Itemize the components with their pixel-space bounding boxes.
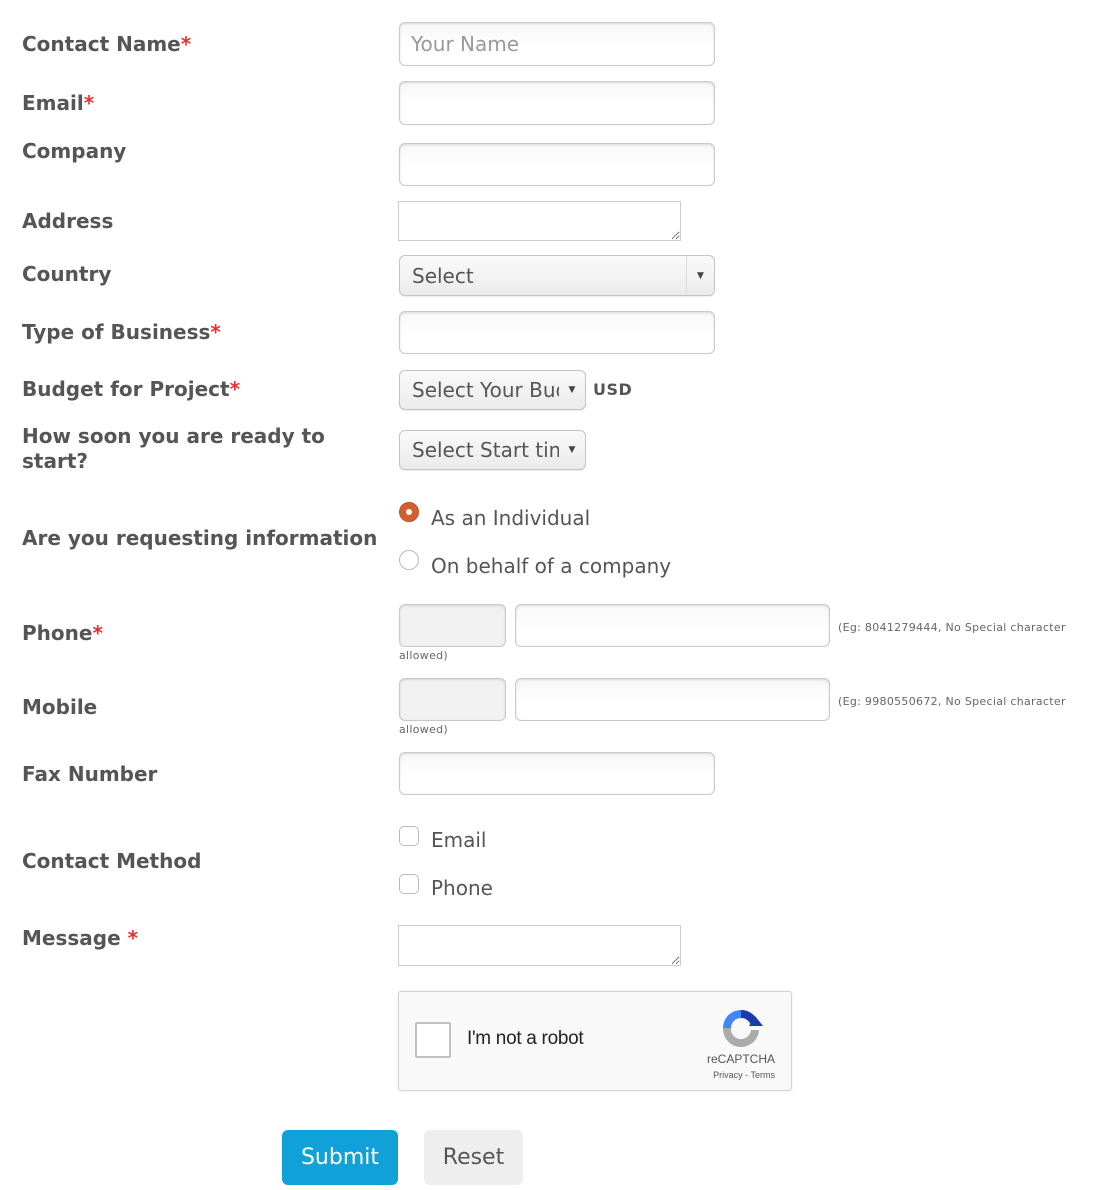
budget-label: Budget for Project* xyxy=(22,377,240,402)
phone-label-text: Phone xyxy=(22,621,93,645)
required-marker: * xyxy=(180,32,192,56)
reset-button[interactable]: Reset xyxy=(424,1130,523,1185)
recaptcha-checkbox[interactable] xyxy=(415,1022,451,1058)
mobile-hint: (Eg: 9980550672, No Special character xyxy=(838,695,1066,708)
country-select[interactable]: Select ▼ xyxy=(399,255,715,296)
fax-label: Fax Number xyxy=(22,762,158,786)
radio-company[interactable]: On behalf of a company xyxy=(399,550,672,578)
mobile-country-code-input[interactable] xyxy=(399,678,506,721)
mobile-label: Mobile xyxy=(22,695,98,719)
radio-individual-label: As an Individual xyxy=(431,506,591,530)
start-time-label-line1: How soon you are ready to xyxy=(22,424,325,448)
currency-label: USD xyxy=(593,380,633,399)
radio-company-label: On behalf of a company xyxy=(431,554,672,578)
budget-select[interactable]: Select Your Budget ▼ xyxy=(399,370,586,410)
recaptcha-widget: I'm not a robot reCAPTCHA Privacy - Term… xyxy=(398,991,792,1091)
recaptcha-icon xyxy=(722,1009,763,1048)
radio-individual[interactable]: As an Individual xyxy=(399,502,591,530)
chevron-down-icon: ▼ xyxy=(686,256,714,295)
submit-button[interactable]: Submit xyxy=(282,1130,398,1185)
required-marker: * xyxy=(92,621,103,645)
company-label: Company xyxy=(22,139,127,163)
phone-hint-continued: allowed) xyxy=(399,649,449,662)
required-marker: * xyxy=(210,320,221,344)
checkbox-phone-label: Phone xyxy=(431,876,493,900)
required-marker: * xyxy=(127,926,139,950)
required-marker: * xyxy=(229,377,241,401)
checkbox-icon[interactable] xyxy=(399,874,419,894)
start-time-label: How soon you are ready to start? xyxy=(22,424,325,474)
email-label-text: Email xyxy=(22,91,84,115)
type-of-business-label-text: Type of Business xyxy=(22,320,211,344)
start-time-label-line2: start? xyxy=(22,449,88,473)
phone-hint: (Eg: 8041279444, No Special character xyxy=(838,621,1066,634)
budget-label-text: Budget for Project xyxy=(22,377,230,401)
type-of-business-input[interactable] xyxy=(399,311,715,354)
mobile-hint-continued: allowed) xyxy=(399,723,449,736)
fax-input[interactable] xyxy=(399,752,715,795)
radio-selected-icon[interactable] xyxy=(399,502,419,522)
recaptcha-label: I'm not a robot xyxy=(467,1028,584,1049)
checkbox-icon[interactable] xyxy=(399,826,419,846)
message-label: Message * xyxy=(22,926,138,951)
country-label: Country xyxy=(22,262,112,286)
contact-name-input[interactable] xyxy=(399,22,715,66)
address-label: Address xyxy=(22,209,114,233)
start-time-select[interactable]: Select Start time ▼ xyxy=(399,430,586,470)
radio-unselected-icon[interactable] xyxy=(399,550,419,570)
message-label-text: Message xyxy=(22,926,121,950)
contact-method-label: Contact Method xyxy=(22,849,202,873)
email-input[interactable] xyxy=(399,81,715,125)
address-textarea[interactable] xyxy=(398,201,681,241)
checkbox-email[interactable]: Email xyxy=(399,826,487,852)
chevron-down-icon: ▼ xyxy=(568,385,576,395)
budget-selected-value: Select Your Budget xyxy=(412,378,559,402)
recaptcha-privacy-terms-link[interactable]: Privacy - Terms xyxy=(713,1070,775,1080)
message-textarea[interactable] xyxy=(398,925,681,966)
start-time-selected-value: Select Start time xyxy=(412,438,559,462)
country-selected-value: Select xyxy=(412,263,474,288)
contact-name-label-text: Contact Name xyxy=(22,32,181,56)
mobile-number-input[interactable] xyxy=(515,678,830,721)
phone-number-input[interactable] xyxy=(515,604,830,647)
recaptcha-brand: reCAPTCHA xyxy=(706,1052,775,1066)
phone-country-code-input[interactable] xyxy=(399,604,506,647)
chevron-down-icon: ▼ xyxy=(568,445,576,455)
contact-name-label: Contact Name* xyxy=(22,32,191,57)
required-marker: * xyxy=(83,91,95,115)
checkbox-phone[interactable]: Phone xyxy=(399,874,493,900)
type-of-business-label: Type of Business* xyxy=(22,320,221,345)
checkbox-email-label: Email xyxy=(431,828,487,852)
phone-label: Phone* xyxy=(22,621,103,646)
company-input[interactable] xyxy=(399,143,715,186)
email-label: Email* xyxy=(22,91,94,116)
requesting-info-label: Are you requesting information xyxy=(22,526,378,550)
